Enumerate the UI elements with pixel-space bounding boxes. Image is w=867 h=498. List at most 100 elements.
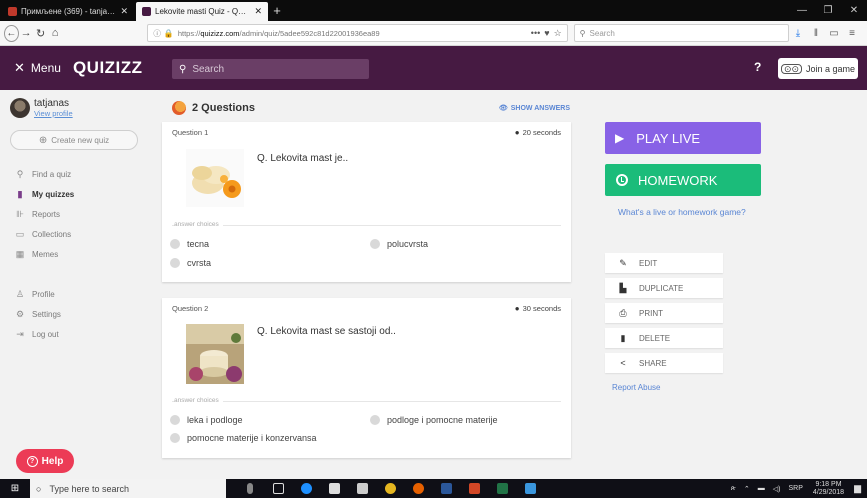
chrome-icon[interactable] [376,479,404,498]
user-profile[interactable]: tatjanas View profile [10,98,73,118]
report-abuse-link[interactable]: Report Abuse [612,383,660,392]
share-button[interactable]: < SHARE [605,353,723,373]
system-tray: ጵ ⌃ ▬ ◁) SRP 9:18 PM 4/29/2018 ▆ [731,481,867,497]
bookmark-star-icon[interactable]: ☆ [554,28,562,39]
photos-icon[interactable] [516,479,544,498]
firefox-icon[interactable] [404,479,432,498]
home-icon[interactable]: ⌂ [48,25,63,42]
app-search-input[interactable]: ⚲ Search [172,59,369,79]
lock-icon: 🔒 [163,28,174,38]
answer-choices-label: answer choices [174,397,223,404]
info-icon[interactable]: ⓘ [153,28,161,39]
choice-dot-icon [170,433,180,443]
tab-close-icon[interactable]: ✕ [254,6,262,17]
join-game-button[interactable]: ⊙⊙ Join a game [778,58,858,79]
question-time: ● 30 seconds [514,304,561,313]
search-icon: ⚲ [16,169,24,179]
quizizz-favicon-icon [142,7,151,16]
browser-toolbar-right: ⤓ ‖ ▭ ≡ [789,28,867,39]
browser-search-input[interactable]: ⚲ Search [573,24,789,42]
powerpoint-icon[interactable] [460,479,488,498]
tab-close-icon[interactable]: ✕ [120,6,128,17]
clock-icon: ● [514,304,520,313]
create-quiz-button[interactable]: ⊕ Create new quiz [10,130,138,150]
sidebar-icon[interactable]: ▭ [825,28,843,39]
question-text: Q. Lekovita mast je.. [257,153,349,164]
url-bar[interactable]: ⓘ 🔒 https://quizizz.com/admin/quiz/5adee… [147,24,568,42]
sidebar-item-memes[interactable]: ▦ Memes [14,249,59,260]
questions-count: 2 Questions [192,102,255,114]
answer-choice: cvrsta [170,258,211,268]
library-icon[interactable]: ‖ [807,28,825,39]
word-icon[interactable] [432,479,460,498]
menu-toggle[interactable]: ✕ Menu [14,60,61,76]
reload-icon[interactable]: ↻ [33,25,48,42]
view-profile-link[interactable]: View profile [34,109,73,118]
help-button[interactable]: ? Help [16,449,74,473]
help-icon[interactable]: ? [754,60,761,74]
sidebar-item-reports[interactable]: ⊪ Reports [14,209,60,220]
people-icon[interactable]: ጵ [731,485,736,493]
settings-icon: ⚙ [15,309,25,319]
clock[interactable]: 9:18 PM 4/29/2018 [813,481,844,497]
page-actions-icon[interactable]: ••• [531,28,540,38]
play-live-button[interactable]: ▶ PLAY LIVE [605,122,761,154]
answer-choice: leka i podloge [170,415,243,425]
trash-icon: ▮ [620,332,626,343]
homework-button[interactable]: HOMEWORK [605,164,761,196]
clock-icon [616,174,628,186]
sidebar-item-find-quiz[interactable]: ⚲ Find a quiz [14,169,71,180]
quizizz-logo[interactable]: QUIZIZZ [73,58,143,78]
pocket-icon[interactable]: ♥ [544,28,549,38]
answer-choices-label: answer choices [174,221,223,228]
browser-tab-gmail[interactable]: Примљене (369) - tanja.serbia ✕ [2,2,134,21]
forward-icon[interactable]: → [19,25,34,42]
sidebar-item-collections[interactable]: ▭ Collections [14,229,71,240]
pencil-icon: ✎ [619,257,627,268]
taskbar-apps [236,479,544,498]
sidebar-item-profile[interactable]: ♙ Profile [14,289,55,300]
browser-navbar: ← → ↻ ⌂ ⓘ 🔒 https://quizizz.com/admin/qu… [0,21,867,46]
edge-icon[interactable] [292,479,320,498]
restore-icon[interactable]: ❐ [815,5,841,16]
new-tab-button[interactable]: + [268,2,286,21]
network-icon[interactable]: ▬ [758,485,765,492]
eye-icon: 👁 [498,105,508,112]
store-icon[interactable] [320,479,348,498]
minimize-icon[interactable]: — [789,5,815,16]
taskbar-search-input[interactable]: ○ Type here to search [30,479,226,498]
delete-button[interactable]: ▮ DELETE [605,328,723,348]
excel-icon[interactable] [488,479,516,498]
profile-icon: ♙ [15,289,25,299]
back-icon[interactable]: ← [4,24,19,42]
duplicate-button[interactable]: ▙ DUPLICATE [605,278,723,298]
menu-icon[interactable]: ≡ [843,28,861,39]
clock-icon: ● [514,128,520,137]
answer-choice: polucvrsta [370,239,428,249]
gmail-favicon-icon [8,7,17,16]
menu-label: Menu [30,61,61,75]
print-button[interactable]: ⎙ PRINT [605,303,723,323]
task-view-icon[interactable] [264,479,292,498]
windows-start-icon[interactable]: ⊞ [0,483,30,494]
answer-choice: tecna [170,239,209,249]
mail-icon[interactable] [348,479,376,498]
sidebar-item-logout[interactable]: ⇥ Log out [14,329,58,340]
browser-tab-quizizz[interactable]: Lekovite masti Quiz - Quizizz ✕ [136,2,268,21]
whats-live-link[interactable]: What's a live or homework game? [618,207,746,217]
notification-icon[interactable]: ▆ [854,483,861,494]
sidebar-item-my-quizzes[interactable]: ▮ My quizzes [14,189,75,200]
edit-button[interactable]: ✎ EDIT [605,253,723,273]
tray-arrow-icon[interactable]: ⌃ [744,485,750,493]
language-indicator[interactable]: SRP [789,485,803,492]
microphone-icon[interactable] [236,479,264,498]
window-controls: — ❐ ✕ [789,0,867,21]
download-icon[interactable]: ⤓ [789,28,807,39]
question-image [186,149,244,207]
sidebar-item-settings[interactable]: ⚙ Settings [14,309,61,320]
volume-icon[interactable]: ◁) [773,485,781,493]
close-window-icon[interactable]: ✕ [841,5,867,16]
show-answers-button[interactable]: 👁 SHOW ANSWERS [498,104,570,113]
questions-header: 2 Questions 👁 SHOW ANSWERS [172,101,570,115]
answer-choice: podloge i pomocne materije [370,415,498,425]
